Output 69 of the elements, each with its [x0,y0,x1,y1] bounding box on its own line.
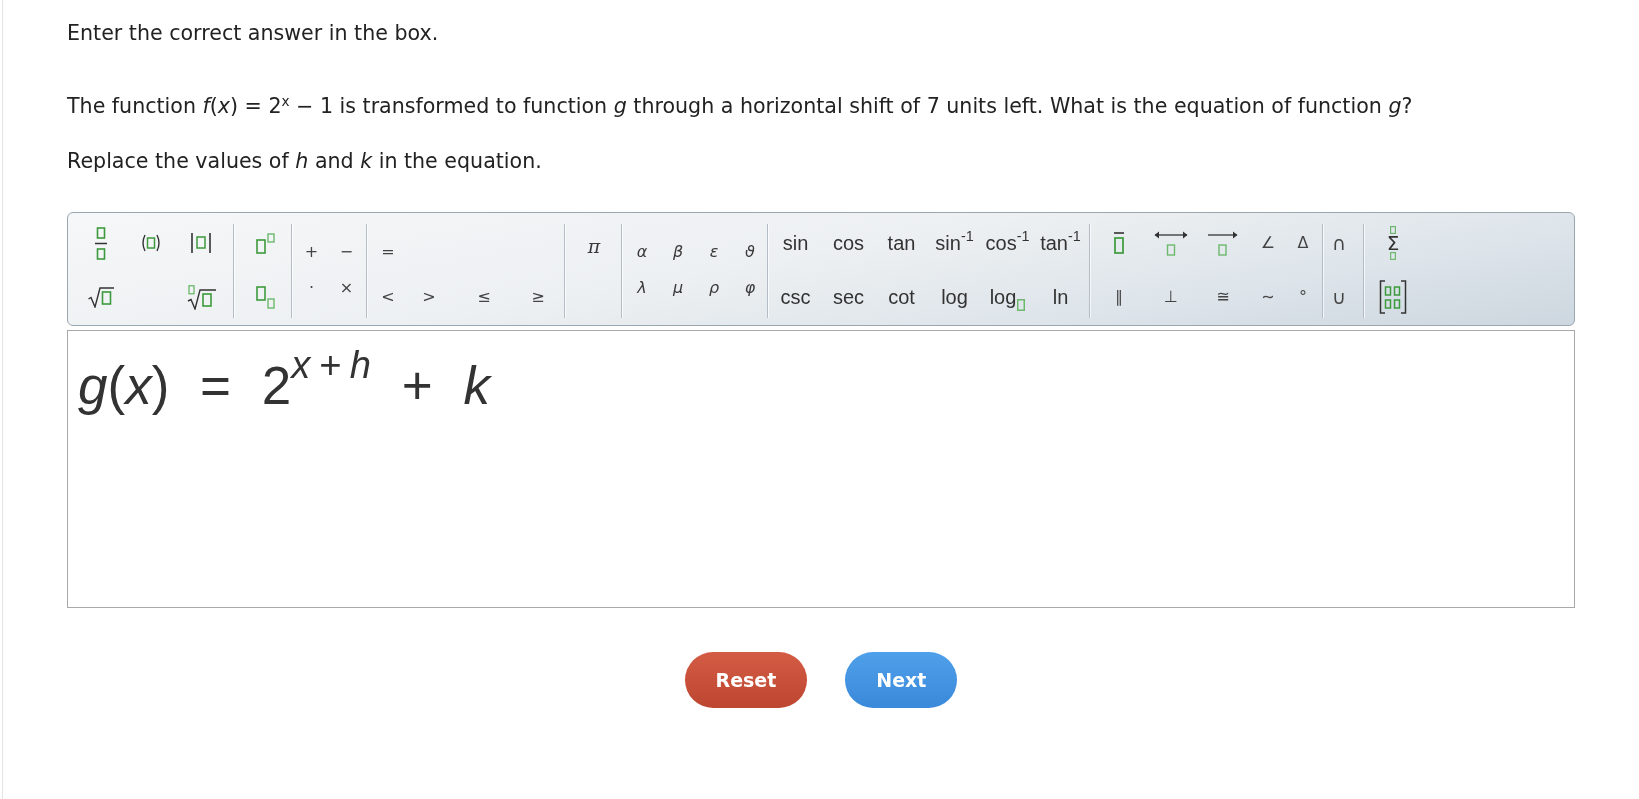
symbol-button[interactable]: ≅ [1216,289,1230,305]
parentheses-button[interactable] [140,234,162,252]
question-text: The function f(x) = 2$^{x}$ − 1 is transformed to function g through a horizontal shift of 7 units left. What is the equation of function g? [67,92,1414,120]
absolute-value-icon [191,233,211,253]
function-button[interactable]: sin$^{-1}$ [935,233,974,253]
ray-button[interactable] [1208,230,1238,256]
symbol-button[interactable]: · [308,280,315,296]
symbol-button[interactable]: > [422,289,436,305]
log-base-button[interactable]: log [989,283,1026,311]
symbol-button[interactable]: ∪ [1332,287,1346,307]
placeholder-box-icon [1390,226,1396,234]
overline-icon [1113,232,1125,254]
nth-root-icon [186,284,216,310]
symbol-button[interactable]: ∥ [1115,289,1123,305]
square-root-button[interactable] [88,286,114,308]
square-root-icon [88,286,114,308]
function-button[interactable]: tan [887,233,916,253]
greek-letter-button[interactable]: β [672,244,684,260]
function-button[interactable]: log [941,287,968,307]
matrix-icon [1379,280,1407,314]
subscript-icon [255,285,275,309]
symbol-button[interactable]: = [381,244,395,260]
instruction-text: Enter the correct answer in the box. [67,20,440,47]
function-button[interactable]: sec [832,287,865,307]
function-button[interactable]: tan$^{-1}$ [1040,233,1081,253]
symbol-button[interactable]: ∩ [1332,233,1346,253]
symbol-button[interactable]: Δ [1297,235,1309,251]
hint-text: Replace the values of h and k in the equation. [67,148,543,175]
placeholder-box-icon [1390,252,1396,260]
line-button[interactable] [1154,230,1188,256]
reset-button[interactable]: Reset [684,652,808,708]
superscript-icon [255,232,275,254]
symbol-button[interactable]: + [304,244,319,260]
sum-button[interactable]: Σ [1386,226,1400,260]
symbol-button[interactable]: − [339,244,354,260]
symbol-button[interactable]: ∼ [1261,289,1275,305]
symbol-button[interactable]: ≥ [531,289,545,305]
function-button[interactable]: ln [1052,287,1069,307]
greek-letter-button[interactable]: μ [672,280,684,296]
fraction-icon [95,226,107,260]
symbol-button[interactable]: ∠ [1260,235,1276,251]
nth-root-button[interactable] [186,284,216,310]
symbol-button[interactable]: ° [1299,289,1307,305]
greek-letter-button[interactable]: ρ [708,280,720,296]
greek-letter-button[interactable]: π [587,236,601,256]
parentheses-icon [140,234,162,252]
symbol-button[interactable]: ⊥ [1164,289,1178,305]
function-button[interactable]: cos [832,233,865,253]
greek-letter-button[interactable]: α [636,244,648,260]
function-button[interactable]: sin [782,233,809,253]
symbol-button[interactable]: < [381,289,395,305]
matrix-button[interactable] [1379,280,1407,314]
symbol-button[interactable]: ≤ [477,289,491,305]
arrow-icon [1208,230,1238,256]
function-button[interactable]: cos$^{-1}$ [985,233,1030,253]
placeholder-box-icon [1017,299,1026,311]
double-arrow-icon [1154,230,1188,256]
overline-button[interactable] [1113,232,1125,254]
greek-letter-button[interactable]: φ [744,280,756,296]
greek-letter-button[interactable]: ε [709,244,719,260]
fraction-button[interactable] [95,226,107,260]
superscript-button[interactable] [255,232,275,254]
function-button[interactable]: cot [888,287,915,307]
greek-letter-button[interactable]: λ [637,280,647,296]
symbol-button[interactable]: × [339,280,354,296]
function-button[interactable]: csc [780,287,811,307]
absolute-value-button[interactable] [191,233,211,253]
answer-box[interactable]: g(x) = 2$^{x + h}$ + k [67,330,1575,608]
greek-letter-button[interactable]: ϑ [745,244,755,260]
